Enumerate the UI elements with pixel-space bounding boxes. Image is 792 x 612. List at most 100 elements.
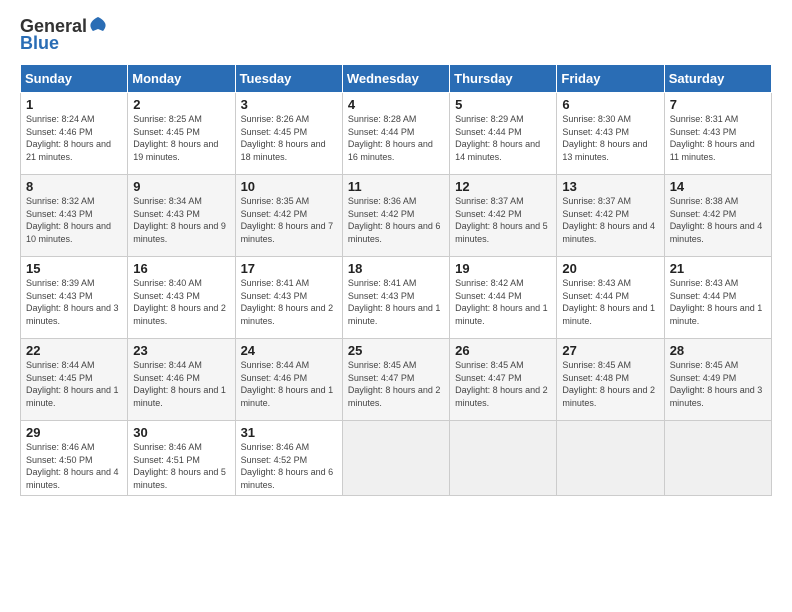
cell-info: Sunrise: 8:24 AMSunset: 4:46 PMDaylight:…: [26, 114, 111, 162]
page: General Blue SundayMondayTuesdayWednesda…: [0, 0, 792, 612]
calendar-cell: 20 Sunrise: 8:43 AMSunset: 4:44 PMDayligh…: [557, 257, 664, 339]
calendar-cell: 15Sunrise: 8:39 AMSunset: 4:43 PMDayligh…: [21, 257, 128, 339]
cell-info: Sunrise: 8:46 AMSunset: 4:52 PMDaylight:…: [241, 442, 334, 490]
calendar-cell: 23 Sunrise: 8:44 AMSunset: 4:46 PMDayligh…: [128, 339, 235, 421]
calendar-cell: 22 Sunrise: 8:44 AMSunset: 4:45 PMDayligh…: [21, 339, 128, 421]
day-number: 6: [562, 97, 658, 112]
calendar-cell: 12 Sunrise: 8:37 AMSunset: 4:42 PMDayligh…: [450, 175, 557, 257]
cell-info: Sunrise: 8:44 AMSunset: 4:45 PMDaylight:…: [26, 360, 119, 408]
day-number: 2: [133, 97, 229, 112]
day-of-week-header: Sunday: [21, 65, 128, 93]
cell-info: Sunrise: 8:40 AMSunset: 4:43 PMDaylight:…: [133, 278, 226, 326]
day-number: 8: [26, 179, 122, 194]
day-of-week-header: Tuesday: [235, 65, 342, 93]
cell-info: Sunrise: 8:31 AMSunset: 4:43 PMDaylight:…: [670, 114, 755, 162]
day-number: 29: [26, 425, 122, 440]
calendar-cell: 19Sunrise: 8:42 AMSunset: 4:44 PMDayligh…: [450, 257, 557, 339]
day-number: 16: [133, 261, 229, 276]
calendar-cell: 21 Sunrise: 8:43 AMSunset: 4:44 PMDayligh…: [664, 257, 771, 339]
cell-info: Sunrise: 8:45 AMSunset: 4:48 PMDaylight:…: [562, 360, 655, 408]
day-number: 21: [670, 261, 766, 276]
header: General Blue: [20, 16, 772, 54]
cell-info: Sunrise: 8:41 AMSunset: 4:43 PMDaylight:…: [241, 278, 334, 326]
cell-info: Sunrise: 8:38 AMSunset: 4:42 PMDaylight:…: [670, 196, 763, 244]
cell-info: Sunrise: 8:36 AMSunset: 4:42 PMDaylight:…: [348, 196, 441, 244]
day-number: 11: [348, 179, 444, 194]
cell-info: Sunrise: 8:34 AMSunset: 4:43 PMDaylight:…: [133, 196, 226, 244]
calendar-cell: 2 Sunrise: 8:25 AMSunset: 4:45 PMDaylight…: [128, 93, 235, 175]
logo-bird-icon: [89, 15, 107, 37]
cell-info: Sunrise: 8:44 AMSunset: 4:46 PMDaylight:…: [241, 360, 334, 408]
cell-info: Sunrise: 8:44 AMSunset: 4:46 PMDaylight:…: [133, 360, 226, 408]
day-number: 26: [455, 343, 551, 358]
day-number: 1: [26, 97, 122, 112]
calendar-cell: [557, 421, 664, 496]
cell-info: Sunrise: 8:28 AMSunset: 4:44 PMDaylight:…: [348, 114, 433, 162]
calendar-cell: 28 Sunrise: 8:45 AMSunset: 4:49 PMDayligh…: [664, 339, 771, 421]
calendar-cell: 7 Sunrise: 8:31 AMSunset: 4:43 PMDaylight…: [664, 93, 771, 175]
day-number: 17: [241, 261, 337, 276]
calendar-cell: 5 Sunrise: 8:29 AMSunset: 4:44 PMDaylight…: [450, 93, 557, 175]
calendar-cell: 6 Sunrise: 8:30 AMSunset: 4:43 PMDaylight…: [557, 93, 664, 175]
cell-info: Sunrise: 8:43 AMSunset: 4:44 PMDaylight:…: [562, 278, 655, 326]
day-number: 31: [241, 425, 337, 440]
day-of-week-header: Monday: [128, 65, 235, 93]
day-number: 9: [133, 179, 229, 194]
cell-info: Sunrise: 8:43 AMSunset: 4:44 PMDaylight:…: [670, 278, 763, 326]
calendar-cell: 27 Sunrise: 8:45 AMSunset: 4:48 PMDayligh…: [557, 339, 664, 421]
day-of-week-header: Friday: [557, 65, 664, 93]
calendar-cell: 26 Sunrise: 8:45 AMSunset: 4:47 PMDayligh…: [450, 339, 557, 421]
calendar-cell: 8 Sunrise: 8:32 AMSunset: 4:43 PMDaylight…: [21, 175, 128, 257]
day-number: 20: [562, 261, 658, 276]
cell-info: Sunrise: 8:45 AMSunset: 4:49 PMDaylight:…: [670, 360, 763, 408]
day-number: 19: [455, 261, 551, 276]
day-number: 13: [562, 179, 658, 194]
calendar-cell: 25 Sunrise: 8:45 AMSunset: 4:47 PMDayligh…: [342, 339, 449, 421]
day-number: 14: [670, 179, 766, 194]
cell-info: Sunrise: 8:37 AMSunset: 4:42 PMDaylight:…: [455, 196, 548, 244]
day-number: 4: [348, 97, 444, 112]
calendar-cell: 17 Sunrise: 8:41 AMSunset: 4:43 PMDayligh…: [235, 257, 342, 339]
calendar-cell: [342, 421, 449, 496]
calendar-cell: 16 Sunrise: 8:40 AMSunset: 4:43 PMDayligh…: [128, 257, 235, 339]
calendar-cell: [664, 421, 771, 496]
day-number: 7: [670, 97, 766, 112]
day-of-week-header: Saturday: [664, 65, 771, 93]
calendar-cell: [450, 421, 557, 496]
cell-info: Sunrise: 8:46 AMSunset: 4:50 PMDaylight:…: [26, 442, 119, 490]
cell-info: Sunrise: 8:46 AMSunset: 4:51 PMDaylight:…: [133, 442, 226, 490]
day-number: 30: [133, 425, 229, 440]
day-number: 5: [455, 97, 551, 112]
day-number: 15: [26, 261, 122, 276]
cell-info: Sunrise: 8:29 AMSunset: 4:44 PMDaylight:…: [455, 114, 540, 162]
day-number: 22: [26, 343, 122, 358]
day-of-week-header: Wednesday: [342, 65, 449, 93]
day-number: 28: [670, 343, 766, 358]
day-number: 3: [241, 97, 337, 112]
day-number: 27: [562, 343, 658, 358]
calendar-cell: 24 Sunrise: 8:44 AMSunset: 4:46 PMDayligh…: [235, 339, 342, 421]
cell-info: Sunrise: 8:26 AMSunset: 4:45 PMDaylight:…: [241, 114, 326, 162]
calendar-cell: 9 Sunrise: 8:34 AMSunset: 4:43 PMDaylight…: [128, 175, 235, 257]
cell-info: Sunrise: 8:30 AMSunset: 4:43 PMDaylight:…: [562, 114, 647, 162]
calendar-cell: 30 Sunrise: 8:46 AMSunset: 4:51 PMDayligh…: [128, 421, 235, 496]
cell-info: Sunrise: 8:37 AMSunset: 4:42 PMDaylight:…: [562, 196, 655, 244]
day-number: 25: [348, 343, 444, 358]
calendar-table: SundayMondayTuesdayWednesdayThursdayFrid…: [20, 64, 772, 496]
calendar-cell: 10 Sunrise: 8:35 AMSunset: 4:42 PMDayligh…: [235, 175, 342, 257]
day-number: 18: [348, 261, 444, 276]
cell-info: Sunrise: 8:45 AMSunset: 4:47 PMDaylight:…: [455, 360, 548, 408]
cell-info: Sunrise: 8:45 AMSunset: 4:47 PMDaylight:…: [348, 360, 441, 408]
day-number: 23: [133, 343, 229, 358]
day-number: 12: [455, 179, 551, 194]
cell-info: Sunrise: 8:35 AMSunset: 4:42 PMDaylight:…: [241, 196, 334, 244]
calendar-cell: 3 Sunrise: 8:26 AMSunset: 4:45 PMDaylight…: [235, 93, 342, 175]
calendar-cell: 1 Sunrise: 8:24 AMSunset: 4:46 PMDaylight…: [21, 93, 128, 175]
day-number: 24: [241, 343, 337, 358]
calendar-cell: 31 Sunrise: 8:46 AMSunset: 4:52 PMDayligh…: [235, 421, 342, 496]
logo: General Blue: [20, 16, 107, 54]
calendar-cell: 11 Sunrise: 8:36 AMSunset: 4:42 PMDayligh…: [342, 175, 449, 257]
cell-info: Sunrise: 8:32 AMSunset: 4:43 PMDaylight:…: [26, 196, 111, 244]
cell-info: Sunrise: 8:25 AMSunset: 4:45 PMDaylight:…: [133, 114, 218, 162]
day-number: 10: [241, 179, 337, 194]
